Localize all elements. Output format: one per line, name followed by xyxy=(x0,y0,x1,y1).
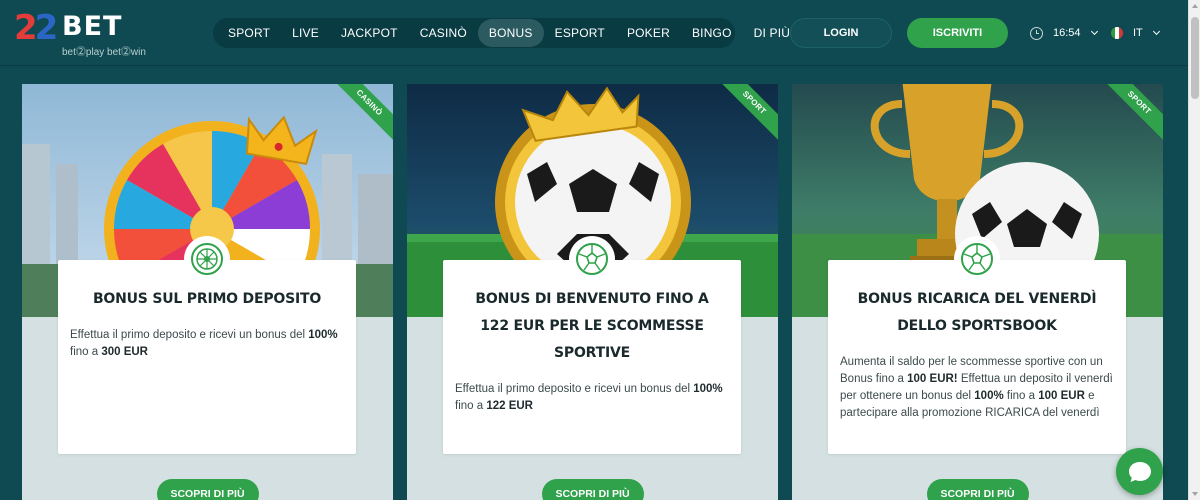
logo-tagline: bet⓶play bet⓶win xyxy=(62,47,146,58)
desc-highlight: 122 EUR xyxy=(486,400,533,412)
desc-text: fino a xyxy=(455,400,487,412)
clock-icon xyxy=(1030,26,1043,40)
login-button[interactable]: LOGIN xyxy=(790,18,892,48)
desc-highlight: 100% xyxy=(693,383,723,395)
desc-highlight: 100 EUR xyxy=(1038,390,1085,402)
discover-more-button[interactable]: SCOPRI DI PIÙ xyxy=(156,479,259,500)
desc-highlight: 100% xyxy=(308,329,338,341)
logo-digits: 22 xyxy=(14,8,58,48)
live-chat-button[interactable] xyxy=(1116,448,1163,495)
nav-item-poker[interactable]: POKER xyxy=(616,19,681,47)
header: 22 BET bet⓶play bet⓶win SPORT LIVE JACKPOT… xyxy=(0,0,1188,66)
nav-item-casin-[interactable]: CASINÒ xyxy=(409,19,478,47)
logo[interactable]: 22 BET bet⓶play bet⓶win xyxy=(14,8,154,58)
promo-card-casino-first-deposit: CASINÒ BONUS SUL PRIMO DEPOSITO Effettua… xyxy=(22,84,393,500)
desc-highlight: 100 EUR! xyxy=(907,373,958,385)
promo-card-sport-friday-reload: SPORT BONUS RICARICA DEL VENERDÌ DELLO S… xyxy=(792,84,1163,500)
desc-text: Effettua il primo deposito e ricevi un b… xyxy=(455,383,694,395)
nav-item-live[interactable]: LIVE xyxy=(281,19,330,47)
desc-text: Effettua il primo deposito e ricevi un b… xyxy=(70,329,309,341)
scroll-up-arrow-icon[interactable] xyxy=(1192,4,1198,8)
desc-highlight: 100% xyxy=(974,390,1004,402)
chat-icon xyxy=(1128,461,1151,482)
nav-item-bonus[interactable]: BONUS xyxy=(477,19,544,47)
logo-text: BET xyxy=(62,11,123,42)
nav-item-sport[interactable]: SPORT xyxy=(217,19,281,47)
soccer-ball-icon xyxy=(954,236,1000,282)
discover-more-button[interactable]: SCOPRI DI PIÙ xyxy=(541,479,644,500)
desc-text: fino a xyxy=(70,346,102,358)
promo-description: Effettua il primo deposito e ricevi un b… xyxy=(58,327,356,361)
desc-highlight: 300 EUR xyxy=(101,346,148,358)
clock-time: 16:54 xyxy=(1053,27,1081,39)
chevron-down-icon xyxy=(1090,27,1098,36)
promo-title: BONUS DI BENVENUTO FINO A 122 EUR PER LE… xyxy=(475,291,709,361)
main-nav: SPORT LIVE JACKPOT CASINÒ BONUS ESPORT POKER BI… xyxy=(213,18,790,48)
roulette-icon xyxy=(184,236,230,282)
nav-item-jackpot[interactable]: JACKPOT xyxy=(330,19,409,47)
promo-info-panel: BONUS SUL PRIMO DEPOSITO Effettua il pri… xyxy=(58,236,356,454)
promo-title: BONUS SUL PRIMO DEPOSITO xyxy=(92,291,322,307)
promo-description: Effettua il primo deposito e ricevi un b… xyxy=(443,381,741,415)
promo-title: BONUS RICARICA DEL VENERDÌ DELLO SPORTSB… xyxy=(857,291,1097,334)
discover-more-button[interactable]: SCOPRI DI PIÙ xyxy=(926,479,1029,500)
nav-item-bingo[interactable]: BINGO xyxy=(681,19,743,47)
italy-flag-icon xyxy=(1111,27,1123,39)
scroll-down-arrow-icon[interactable] xyxy=(1192,492,1198,496)
promo-info-panel: BONUS RICARICA DEL VENERDÌ DELLO SPORTSB… xyxy=(828,236,1126,454)
language-dropdown[interactable]: IT xyxy=(1111,24,1160,42)
chevron-down-icon xyxy=(1152,27,1160,36)
promo-description: Aumenta il saldo per le scommesse sporti… xyxy=(828,354,1126,422)
register-button[interactable]: ISCRIVITI xyxy=(907,18,1008,48)
scrollbar-thumb[interactable] xyxy=(1191,17,1199,99)
scrollbar[interactable] xyxy=(1188,0,1200,500)
desc-text: fino a xyxy=(1003,390,1039,402)
clock-dropdown[interactable]: 16:54 xyxy=(1030,24,1098,42)
nav-item-esport[interactable]: ESPORT xyxy=(544,19,616,47)
promo-info-panel: BONUS DI BENVENUTO FINO A 122 EUR PER LE… xyxy=(443,236,741,454)
language-code: IT xyxy=(1133,27,1143,39)
promo-card-sport-welcome: SPORT BONUS DI BENVENUTO FINO A 122 EUR … xyxy=(407,84,778,500)
soccer-ball-icon xyxy=(569,236,615,282)
